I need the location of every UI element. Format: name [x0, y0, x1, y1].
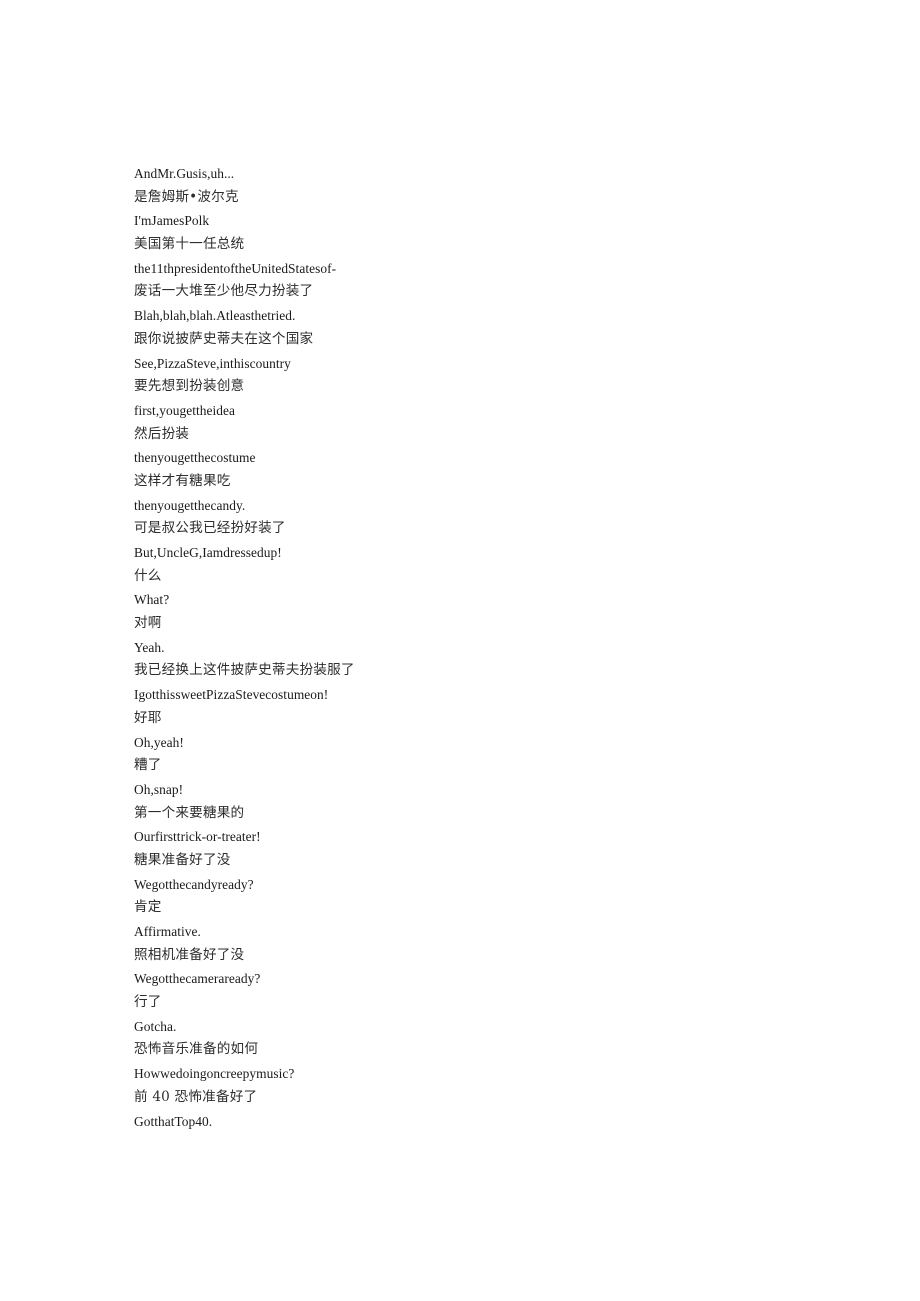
transcript-line: Ourfirsttrick-or-treater! [134, 829, 261, 845]
transcript-line: What? [134, 592, 170, 608]
transcript-line: first,yougettheidea [134, 402, 235, 418]
transcript-line: 第一个来要糖果的 [134, 804, 245, 821]
transcript-line: 废话一大堆至少他尽力扮装了 [134, 283, 314, 300]
transcript-line: 糖果准备好了没 [134, 851, 231, 868]
transcript-line: Affirmative. [134, 924, 201, 939]
transcript-line: Blah,blah,blah.Atleasthetried. [134, 308, 296, 324]
transcript-line: 这样才有糖果吃 [134, 472, 231, 489]
transcript-line: 是詹姆斯•波尔克 [134, 188, 239, 205]
transcript-line: Oh,snap! [134, 781, 184, 797]
transcript-line: 然后扮装 [134, 425, 190, 442]
transcript-line: 要先想到扮装创意 [134, 378, 245, 395]
transcript-line: 好耶 [134, 709, 162, 726]
transcript-line: 美国第十一任总统 [134, 236, 245, 253]
transcript-line: Howwedoingoncreepymusic? [134, 1066, 295, 1082]
transcript-line: GotthatTop40. [134, 1113, 213, 1129]
transcript-line: I'mJamesPolk [134, 213, 210, 229]
transcript-line: 前 40 恐怖准备好了 [134, 1088, 258, 1105]
transcript-line: See,PizzaSteve,inthiscountry [134, 355, 291, 371]
transcript-line: 对啊 [134, 615, 162, 632]
transcript-line: 照相机准备好了没 [134, 946, 245, 963]
subtitle-transcript: AndMr.Gusis,uh... 是詹姆斯•波尔克 I'mJamesPolk 美国第… [134, 162, 834, 1133]
transcript-line: 行了 [134, 994, 162, 1011]
transcript-line: Yeah. [134, 639, 165, 655]
transcript-line: IgotthissweetPizzaStevecostumeon! [134, 687, 329, 703]
transcript-line: 我已经换上这件披萨史蒂夫扮装服了 [134, 662, 355, 679]
transcript-line: Wegotthecameraready? [134, 971, 261, 987]
transcript-line: thenyougetthecostume [134, 450, 256, 466]
transcript-line: AndMr.Gusis,uh... [134, 166, 235, 181]
transcript-line: 恐怖音乐准备的如何 [134, 1041, 259, 1058]
document-page: AndMr.Gusis,uh... 是詹姆斯•波尔克 I'mJamesPolk 美国第… [0, 0, 920, 1301]
transcript-line: 肯定 [134, 899, 162, 916]
transcript-line: Oh,yeah! [134, 734, 184, 750]
transcript-line: 可是叔公我已经扮好装了 [134, 520, 286, 537]
transcript-line: Wegotthecandyready? [134, 876, 254, 892]
transcript-line: 跟你说披萨史蒂夫在这个国家 [134, 330, 314, 347]
transcript-line: But,UncleG,Iamdressedup! [134, 545, 282, 560]
transcript-line: the11thpresidentoftheUnitedStatesof- [134, 260, 337, 276]
transcript-line: 糟了 [134, 757, 162, 774]
transcript-line: Gotcha. [134, 1018, 177, 1034]
transcript-line: thenyougetthecandy. [134, 497, 246, 513]
transcript-line: 什么 [134, 567, 162, 584]
